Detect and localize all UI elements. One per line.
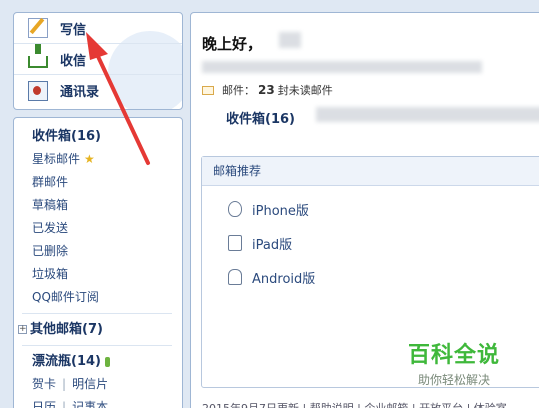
divider [22, 345, 172, 346]
extras-row-1: 贺卡 | 明信片 [32, 373, 182, 396]
android-icon [228, 269, 242, 285]
inbox-count-link[interactable]: 收件箱(16) [226, 108, 295, 127]
drift-bottle-label: 漂流瓶(14) [32, 354, 101, 369]
calendar-link[interactable]: 日历 [32, 400, 56, 408]
iphone-link[interactable]: iPhone版 [202, 192, 539, 226]
recommend-title: 邮箱推荐 [202, 157, 539, 186]
watermark-logo: 百科全说 助你轻松解决 [399, 337, 509, 388]
folder-spam[interactable]: 垃圾箱 [32, 263, 182, 286]
quick-actions-panel: 写信 收信 通讯录 [13, 12, 183, 110]
postcard-link[interactable]: 明信片 [72, 377, 108, 391]
redacted-subjects [316, 107, 539, 122]
receive-label: 收信 [60, 53, 87, 69]
folder-sent[interactable]: 已发送 [32, 217, 182, 240]
folder-group[interactable]: 群邮件 [32, 171, 182, 194]
folder-subscriptions[interactable]: QQ邮件订阅 [32, 286, 182, 309]
unread-summary: 邮件： 23 封未读邮件 [202, 82, 333, 98]
welcome-panel: 晚上好， 邮件： 23 封未读邮件 收件箱(16) 邮箱推荐 iPhone版 i… [190, 12, 539, 408]
recommend-box: 邮箱推荐 iPhone版 iPad版 Android版 百科全说 助你轻松解决 [201, 156, 539, 388]
contacts-button[interactable]: 通讯录 [14, 75, 182, 106]
folder-inbox[interactable]: 收件箱(16) [32, 125, 182, 148]
inbox-download-icon [28, 44, 48, 68]
redacted-username [279, 32, 301, 48]
other-mailboxes-label: 其他邮箱(7) [30, 322, 103, 337]
other-mailboxes[interactable]: + 其他邮箱(7) [18, 318, 182, 341]
mail-suffix: 封未读邮件 [277, 84, 333, 97]
ipad-icon [228, 235, 242, 251]
watermark-title: 百科全说 [407, 343, 500, 368]
pen-write-icon [28, 18, 48, 38]
folder-starred-label: 星标邮件 [32, 152, 81, 166]
pipe-separator: | [62, 377, 67, 391]
drift-bottle[interactable]: 漂流瓶(14) [32, 350, 182, 373]
android-label: Android版 [252, 271, 316, 287]
apple-icon [228, 201, 242, 217]
compose-button[interactable]: 写信 [14, 13, 182, 44]
star-icon: ★ [84, 152, 95, 166]
folder-starred[interactable]: 星标邮件 ★ [32, 148, 182, 171]
greeting-text: 晚上好， [202, 35, 263, 53]
mail-prefix: 邮件： [222, 84, 255, 97]
folder-sidebar: 收件箱(16) 星标邮件 ★ 群邮件 草稿箱 已发送 已删除 垃圾箱 QQ邮件订阅… [13, 117, 183, 408]
folder-deleted[interactable]: 已删除 [32, 240, 182, 263]
pipe-separator: | [62, 400, 67, 408]
android-link[interactable]: Android版 [202, 260, 539, 294]
iphone-label: iPhone版 [252, 203, 309, 219]
extras-row-2: 日历 | 记事本 [32, 396, 182, 408]
expand-plus-icon[interactable]: + [18, 325, 27, 334]
unread-count: 23 [258, 83, 275, 97]
compose-label: 写信 [60, 22, 87, 38]
receive-button[interactable]: 收信 [14, 44, 182, 75]
bottle-icon [104, 356, 110, 367]
notebook-link[interactable]: 记事本 [72, 400, 108, 408]
watermark-subtitle: 助你轻松解决 [417, 373, 490, 387]
ipad-label: iPad版 [252, 237, 293, 253]
envelope-icon [202, 85, 214, 95]
greeting-card-link[interactable]: 贺卡 [32, 377, 56, 391]
redacted-email [202, 61, 482, 73]
divider [22, 313, 172, 314]
footer-links: 2015年9月7日更新 | 帮助说明 | 企业邮箱 | 开放平台 | 体验室 [202, 400, 507, 408]
ipad-link[interactable]: iPad版 [202, 226, 539, 260]
contacts-icon [28, 80, 48, 101]
folder-drafts[interactable]: 草稿箱 [32, 194, 182, 217]
contacts-label: 通讯录 [60, 85, 100, 100]
